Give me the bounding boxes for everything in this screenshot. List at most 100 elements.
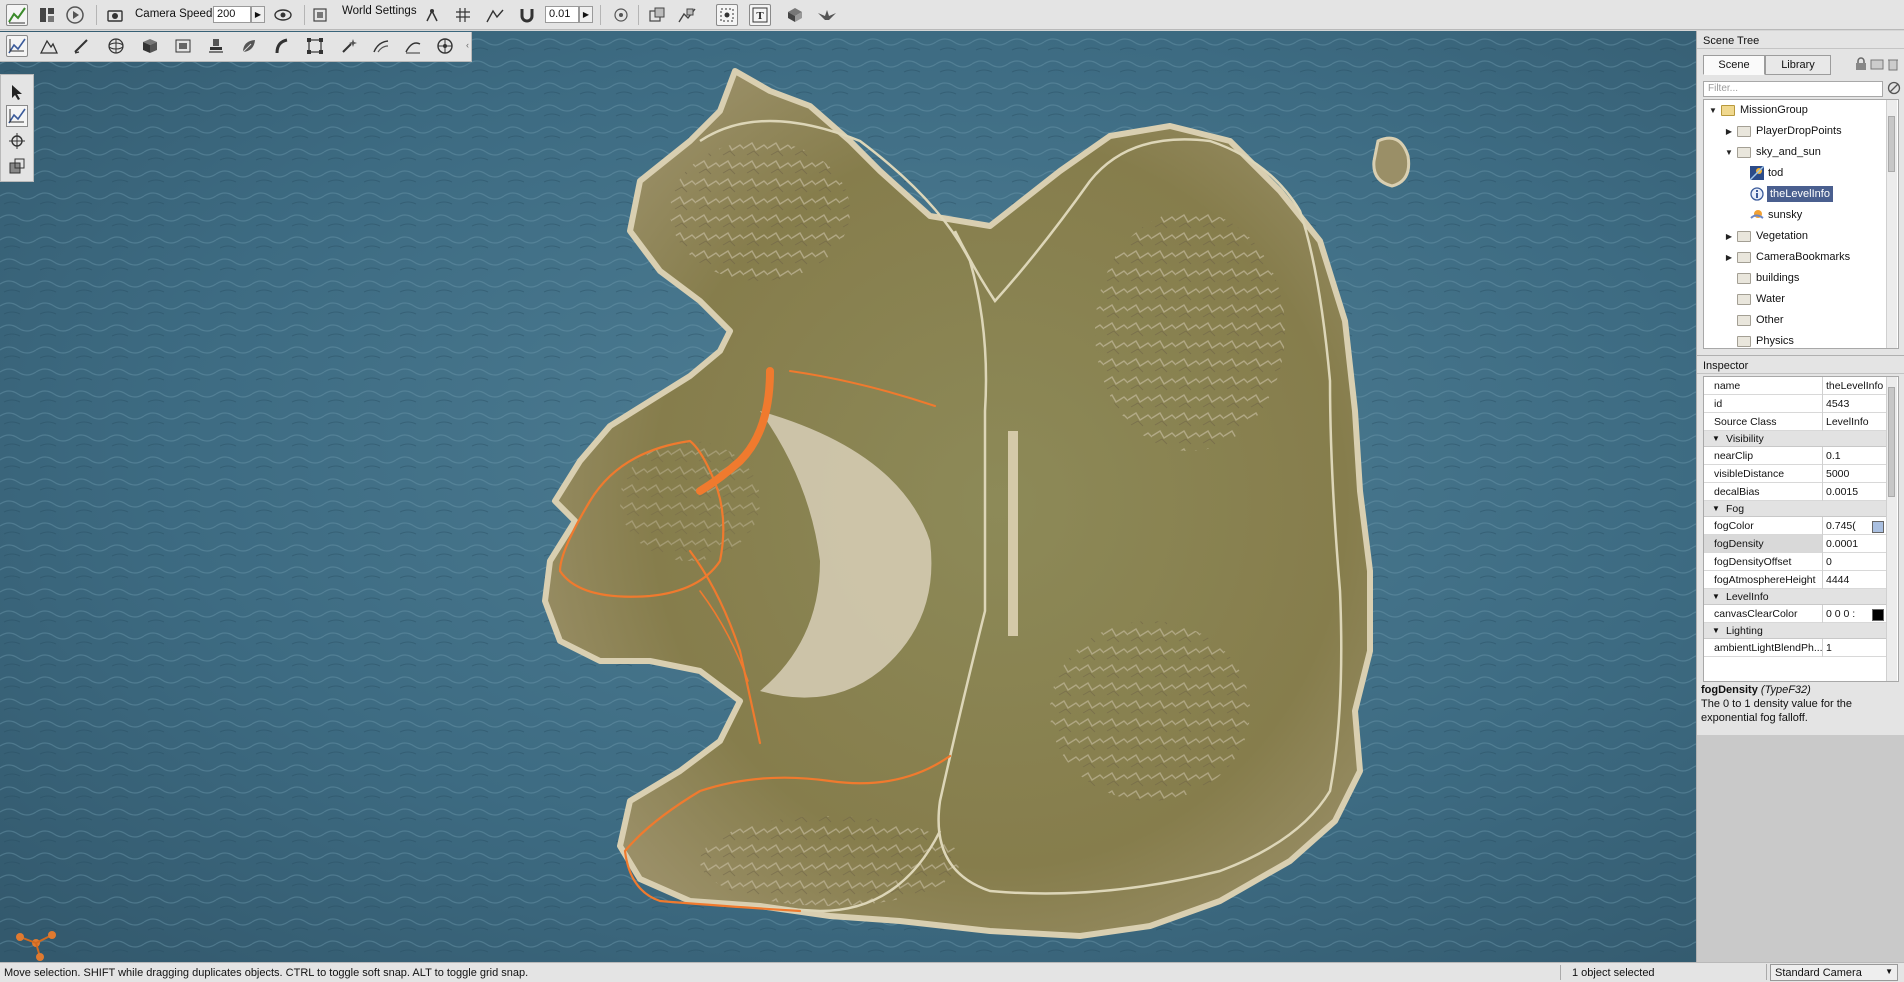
tree-item-sunsky[interactable]: sunsky xyxy=(1750,205,1802,225)
prop-value[interactable]: 0.0015 xyxy=(1826,486,1886,498)
camera-button[interactable] xyxy=(104,4,126,26)
expanded-triangle-icon[interactable]: ▼ xyxy=(1724,148,1734,157)
tree-item-other[interactable]: Other xyxy=(1734,310,1784,330)
camera-speed-input[interactable]: 200 xyxy=(213,6,251,23)
object-editor-tool[interactable] xyxy=(6,35,28,57)
prop-value[interactable]: 0 xyxy=(1826,556,1886,568)
tree-item-tod[interactable]: tod xyxy=(1750,163,1783,183)
shape-editor-tool[interactable] xyxy=(370,35,392,57)
select-arrow-tool[interactable] xyxy=(6,81,28,103)
prop-value[interactable]: 1 xyxy=(1826,642,1886,654)
inspector-scroll-thumb[interactable] xyxy=(1888,387,1895,497)
expanded-triangle-icon[interactable]: ▼ xyxy=(1708,106,1718,115)
world-settings-label[interactable]: World Settings xyxy=(342,5,417,17)
terrain-view[interactable] xyxy=(0,31,1696,962)
visibility-button[interactable] xyxy=(272,4,294,26)
grid-snap-button[interactable] xyxy=(452,4,474,26)
tab-scene[interactable]: Scene xyxy=(1703,55,1765,75)
soft-snap-button[interactable] xyxy=(516,4,538,26)
vehicle-editor-tool[interactable] xyxy=(434,35,456,57)
prop-row-fogdensity[interactable]: fogDensity 0.0001 xyxy=(1704,535,1886,553)
delete-icon[interactable] xyxy=(1887,57,1899,71)
road-editor-tool[interactable] xyxy=(270,35,292,57)
terrain-snap-button[interactable] xyxy=(484,4,506,26)
snap-settings-button[interactable] xyxy=(422,4,444,26)
prop-value[interactable]: 0.745( xyxy=(1826,520,1864,532)
bird-view-button[interactable] xyxy=(816,4,838,26)
new-folder-icon[interactable] xyxy=(1870,57,1884,71)
inspector-scrollbar[interactable] xyxy=(1886,377,1897,681)
tree-item-thelevelinfo[interactable]: theLevelInfo xyxy=(1750,184,1833,204)
prop-value[interactable]: theLevelInfo xyxy=(1826,380,1886,392)
prop-row-nearclip[interactable]: nearClip 0.1 xyxy=(1704,447,1886,465)
prop-value[interactable]: 0.1 xyxy=(1826,450,1886,462)
tree-item-camerabookmarks[interactable]: ▶ CameraBookmarks xyxy=(1724,247,1850,267)
collapsed-triangle-icon[interactable]: ▶ xyxy=(1724,253,1734,262)
world-editor-button[interactable] xyxy=(6,4,28,26)
group-lighting[interactable]: ▼ Lighting xyxy=(1704,623,1886,639)
forest-editor-tool[interactable] xyxy=(205,35,227,57)
material-editor-tool[interactable] xyxy=(105,35,127,57)
prop-row-fogcolor[interactable]: fogColor 0.745( xyxy=(1704,517,1886,535)
prop-row-ambientlightblend[interactable]: ambientLightBlendPh... 1 xyxy=(1704,639,1886,657)
group-levelinfo[interactable]: ▼ LevelInfo xyxy=(1704,589,1886,605)
terrain-editor-tool[interactable] xyxy=(38,35,60,57)
river-editor-tool[interactable] xyxy=(238,35,260,57)
prop-value[interactable]: 0.0001 xyxy=(1826,538,1886,550)
prop-row-visibledistance[interactable]: visibleDistance 5000 xyxy=(1704,465,1886,483)
tree-item-sky-and-sun[interactable]: ▼ sky_and_sun xyxy=(1724,142,1821,162)
tree-scroll-thumb[interactable] xyxy=(1888,116,1895,172)
expanded-triangle-icon[interactable]: ▼ xyxy=(1712,592,1720,601)
object-icons-toggle[interactable] xyxy=(716,4,738,26)
expanded-triangle-icon[interactable]: ▼ xyxy=(1712,434,1720,443)
prop-row-fogatmosphereheight[interactable]: fogAtmosphereHeight 4444 xyxy=(1704,571,1886,589)
group-visibility[interactable]: ▼ Visibility xyxy=(1704,431,1886,447)
lock-icon[interactable] xyxy=(1855,57,1867,71)
scene-tree[interactable]: ▼ MissionGroup ▶ PlayerDropPoints ▼ sky_… xyxy=(1703,99,1899,349)
prop-value[interactable]: 4543 xyxy=(1826,398,1886,410)
prop-row-fogdensityoffset[interactable]: fogDensityOffset 0 xyxy=(1704,553,1886,571)
expanded-triangle-icon[interactable]: ▼ xyxy=(1712,626,1720,635)
collapsed-triangle-icon[interactable]: ▶ xyxy=(1724,127,1734,136)
rotate-tool[interactable] xyxy=(6,130,28,152)
inspector-grid[interactable]: name theLevelInfo id 4543 Source Class Leve… xyxy=(1703,376,1899,682)
tree-item-playerdroppoints[interactable]: ▶ PlayerDropPoints xyxy=(1724,121,1842,141)
tree-item-water[interactable]: Water xyxy=(1734,289,1785,309)
object-text-toggle[interactable]: T xyxy=(749,4,771,26)
tree-item-physics[interactable]: Physics xyxy=(1734,331,1794,348)
scale-tool[interactable] xyxy=(6,155,28,177)
prop-value[interactable]: 5000 xyxy=(1826,468,1886,480)
terrain-align-button[interactable] xyxy=(676,4,698,26)
camera-speed-slider-button[interactable]: ▶ xyxy=(251,6,265,23)
prop-value[interactable]: 0 0 0 : xyxy=(1826,608,1864,620)
expanded-triangle-icon[interactable]: ▼ xyxy=(1712,504,1720,513)
tab-library[interactable]: Library xyxy=(1765,55,1831,75)
terrain-painter-tool[interactable] xyxy=(71,35,93,57)
navmesh-editor-tool[interactable] xyxy=(304,35,326,57)
move-tool[interactable] xyxy=(6,105,28,127)
particle-editor-tool[interactable] xyxy=(338,35,360,57)
sketch-tool[interactable] xyxy=(402,35,424,57)
snap-value-slider-button[interactable]: ▶ xyxy=(579,6,593,23)
tree-item-buildings[interactable]: buildings xyxy=(1734,268,1799,288)
decal-editor-tool[interactable] xyxy=(172,35,194,57)
clear-filter-icon[interactable] xyxy=(1887,81,1901,98)
tree-item-missiongroup[interactable]: ▼ MissionGroup xyxy=(1708,100,1808,120)
prop-value[interactable]: LevelInfo xyxy=(1826,416,1886,428)
world-viewport[interactable] xyxy=(0,31,1696,962)
prop-row-canvasclearcolor[interactable]: canvasClearColor 0 0 0 : xyxy=(1704,605,1886,623)
camera-mode-dropdown[interactable]: Standard Camera ▼ xyxy=(1770,964,1898,981)
toolbar-collapse-icon[interactable]: ‹ xyxy=(466,40,469,50)
tree-filter-input[interactable]: Filter... xyxy=(1703,81,1883,97)
clear-color-swatch[interactable] xyxy=(1872,609,1884,621)
prop-row-decalbias[interactable]: decalBias 0.0015 xyxy=(1704,483,1886,501)
prop-row-id[interactable]: id 4543 xyxy=(1704,395,1886,413)
fog-color-swatch[interactable] xyxy=(1872,521,1884,533)
tree-scrollbar[interactable] xyxy=(1886,100,1897,348)
gui-editor-button[interactable] xyxy=(36,4,58,26)
group-fog[interactable]: ▼ Fog xyxy=(1704,501,1886,517)
collapsed-triangle-icon[interactable]: ▶ xyxy=(1724,232,1734,241)
tree-item-vegetation[interactable]: ▶ Vegetation xyxy=(1724,226,1808,246)
prop-row-source-class[interactable]: Source Class LevelInfo xyxy=(1704,413,1886,431)
object-bounds-button[interactable] xyxy=(646,4,668,26)
